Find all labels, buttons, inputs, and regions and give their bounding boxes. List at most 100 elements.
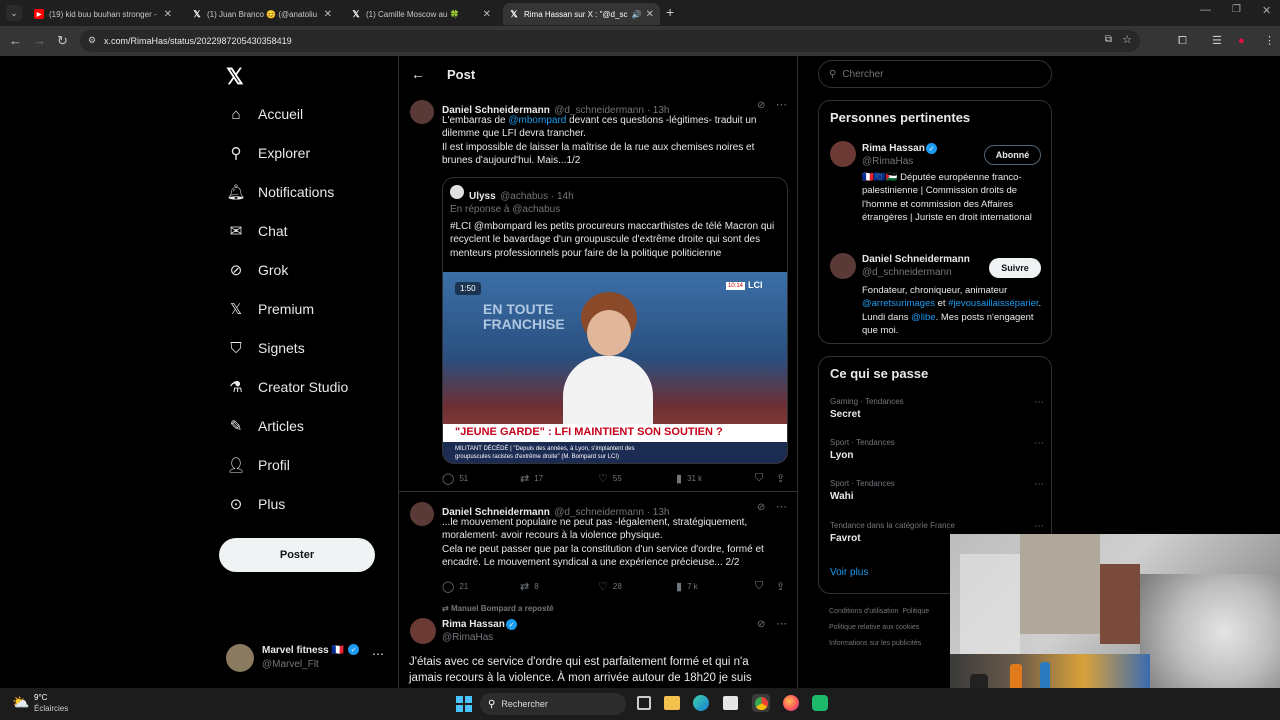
browser-menu-icon[interactable]: ⋮ (1264, 33, 1275, 49)
mention-link[interactable]: @mbompard (508, 115, 566, 126)
reply-button[interactable]: ◯ 21 (442, 580, 468, 593)
share-button[interactable]: ⇪ (776, 580, 790, 593)
browser-tab-youtube[interactable]: ▶ (19) kid buu buuhan stronger - ✕ (28, 3, 178, 25)
footer-link[interactable]: Politique (902, 608, 929, 615)
file-explorer-icon[interactable] (664, 696, 680, 710)
reply-button[interactable]: ◯ 51 (442, 472, 468, 485)
window-close-button[interactable]: ✕ (1262, 4, 1271, 17)
app-icon[interactable] (812, 695, 828, 711)
like-button[interactable]: ♡ 55 (598, 472, 622, 485)
bookmark-button[interactable]: ⛉ (755, 472, 768, 485)
grok-icon[interactable]: ⊘ (757, 619, 765, 630)
quoted-post[interactable]: Ulyss @achabus · 14h En réponse à @achab… (442, 177, 788, 464)
repost-button[interactable]: ⇄ 8 (520, 580, 539, 593)
more-icon[interactable]: ⋯ (776, 617, 787, 630)
url-bar[interactable]: ⚙ x.com/RimaHas/status/20229872054303584… (80, 30, 1140, 52)
close-icon[interactable]: ✕ (320, 9, 332, 20)
chrome-icon[interactable] (752, 694, 770, 712)
nav-item-accueil[interactable]: ⌂ Accueil (226, 104, 303, 124)
following-button[interactable]: Abonné (984, 145, 1041, 165)
hashtag-link[interactable]: #jevousaillaisséparier (948, 298, 1038, 309)
site-info-icon[interactable]: ⚙ (88, 35, 96, 46)
avatar[interactable] (830, 141, 856, 167)
views-button[interactable]: ▮ 7 k (676, 580, 698, 593)
close-icon[interactable]: ✕ (479, 9, 491, 20)
store-icon[interactable] (723, 696, 738, 710)
profile-icon[interactable]: ● (1238, 33, 1245, 49)
avatar[interactable] (410, 618, 436, 644)
bookmark-star-icon[interactable]: ☆ (1122, 33, 1132, 46)
person-name[interactable]: Rima Hassan (862, 143, 925, 154)
account-switcher[interactable]: Marvel fitness 🇫🇷 ✓ @Marvel_Flt ⋯ (226, 642, 386, 674)
trend-item[interactable]: Gaming · Tendances Secret ⋯ (830, 397, 1044, 420)
footer-link[interactable]: Politique relative aux cookies (829, 620, 959, 636)
window-minimize-button[interactable]: — (1200, 4, 1211, 16)
reload-icon[interactable]: ↻ (57, 33, 68, 49)
browser-tab-camille[interactable]: 𝕏 (1) Camille Moscow au 🍀 ✕ (345, 3, 497, 25)
more-icon[interactable]: ⋯ (1034, 397, 1044, 408)
footer-link[interactable]: Conditions d'utilisation (829, 608, 898, 615)
more-icon[interactable]: ⋯ (1034, 521, 1044, 532)
person-name[interactable]: Daniel Schneidermann (862, 254, 970, 265)
nav-item-signets[interactable]: ⛉ Signets (226, 338, 304, 358)
tab-search-icon[interactable]: ⌄ (6, 5, 22, 21)
browser-tab-rima-hassan[interactable]: 𝕏 Rima Hassan sur X : "@d_sc 🔊 ✕ (503, 3, 660, 25)
more-icon[interactable]: ⋯ (1034, 438, 1044, 449)
more-icon[interactable]: ⋯ (776, 98, 787, 111)
mention-link[interactable]: @arretsurimages (862, 298, 935, 309)
forward-icon[interactable]: → (33, 33, 46, 49)
avatar[interactable] (410, 100, 434, 124)
extensions-icon[interactable]: ⧠ (1178, 33, 1187, 49)
taskbar-search[interactable]: ⚲ Rechercher (480, 693, 626, 715)
new-tab-button[interactable]: + (666, 4, 674, 20)
media-controls-icon[interactable]: ☰ (1212, 33, 1222, 49)
bookmark-button[interactable]: ⛉ (755, 580, 768, 593)
close-icon[interactable]: ✕ (160, 9, 172, 20)
x-logo-icon[interactable]: 𝕏 (226, 64, 244, 90)
grok-icon[interactable]: ⊘ (757, 502, 765, 513)
nav-item-notifications[interactable]: 🔔︎ Notifications (226, 182, 334, 202)
nav-item-explorer[interactable]: ⚲ Explorer (226, 143, 311, 163)
repost-button[interactable]: ⇄ 17 (520, 472, 543, 485)
back-arrow-icon[interactable]: ← (411, 66, 425, 82)
views-button[interactable]: ▮ 31 k (676, 472, 702, 485)
trend-item[interactable]: Sport · Tendances Lyon ⋯ (830, 438, 1044, 461)
nav-item-grok[interactable]: ⊘ Grok (226, 260, 289, 280)
more-icon[interactable]: ⋯ (776, 500, 787, 513)
firefox-icon[interactable] (783, 695, 799, 711)
footer-link[interactable]: Informations sur les publicités (829, 636, 959, 652)
nav-item-articles[interactable]: ✎ Articles (226, 416, 304, 436)
post[interactable]: Daniel Schneidermann @d_schneidermann · … (399, 496, 797, 600)
back-icon[interactable]: ← (9, 33, 22, 49)
nav-item-premium[interactable]: 𝕏 Premium (226, 299, 314, 319)
mention-link[interactable]: @libe (911, 312, 935, 323)
more-icon[interactable]: ⋯ (1034, 479, 1044, 490)
search-input[interactable]: ⚲ Chercher (818, 60, 1052, 88)
video-player[interactable]: 1:50 EN TOUTE FRANCHISE 10:14 LCI "JEUNE… (443, 272, 787, 463)
speaker-icon[interactable]: 🔊 (631, 10, 641, 19)
post-author-name[interactable]: Rima Hassan (442, 619, 505, 630)
like-button[interactable]: ♡ 28 (598, 580, 622, 593)
weather-widget[interactable]: ⛅ 9°C Éclaircies (12, 692, 92, 716)
edge-icon[interactable] (693, 695, 709, 711)
task-view-icon[interactable] (637, 696, 651, 710)
post-button[interactable]: Poster (219, 538, 375, 572)
browser-tab-juan-branco[interactable]: 𝕏 (1) Juan Branco 😊 (@anatoliu ✕ (186, 3, 338, 25)
install-app-icon[interactable]: ⧉ (1105, 34, 1112, 45)
window-restore-button[interactable]: ❐ (1232, 4, 1241, 15)
share-button[interactable]: ⇪ (776, 472, 790, 485)
nav-item-profil[interactable]: 👤︎ Profil (226, 455, 289, 475)
see-more-link[interactable]: Voir plus (830, 567, 868, 578)
nav-item-creator-studio[interactable]: ⚗ Creator Studio (226, 377, 348, 397)
post[interactable]: Daniel Schneidermann @d_schneidermann · … (399, 94, 797, 492)
avatar[interactable] (830, 253, 856, 279)
main-post[interactable]: ⇄ Manuel Bompard a reposté Rima Hassan ✓… (399, 602, 797, 688)
avatar[interactable] (410, 502, 434, 526)
more-icon[interactable]: ⋯ (372, 647, 384, 661)
nav-item-chat[interactable]: ✉ Chat (226, 221, 288, 241)
windows-start-icon[interactable] (456, 696, 472, 712)
trend-item[interactable]: Sport · Tendances Wahi ⋯ (830, 479, 1044, 502)
grok-icon[interactable]: ⊘ (757, 100, 765, 111)
nav-item-plus[interactable]: ⊙ Plus (226, 494, 286, 514)
follow-button[interactable]: Suivre (989, 258, 1041, 278)
